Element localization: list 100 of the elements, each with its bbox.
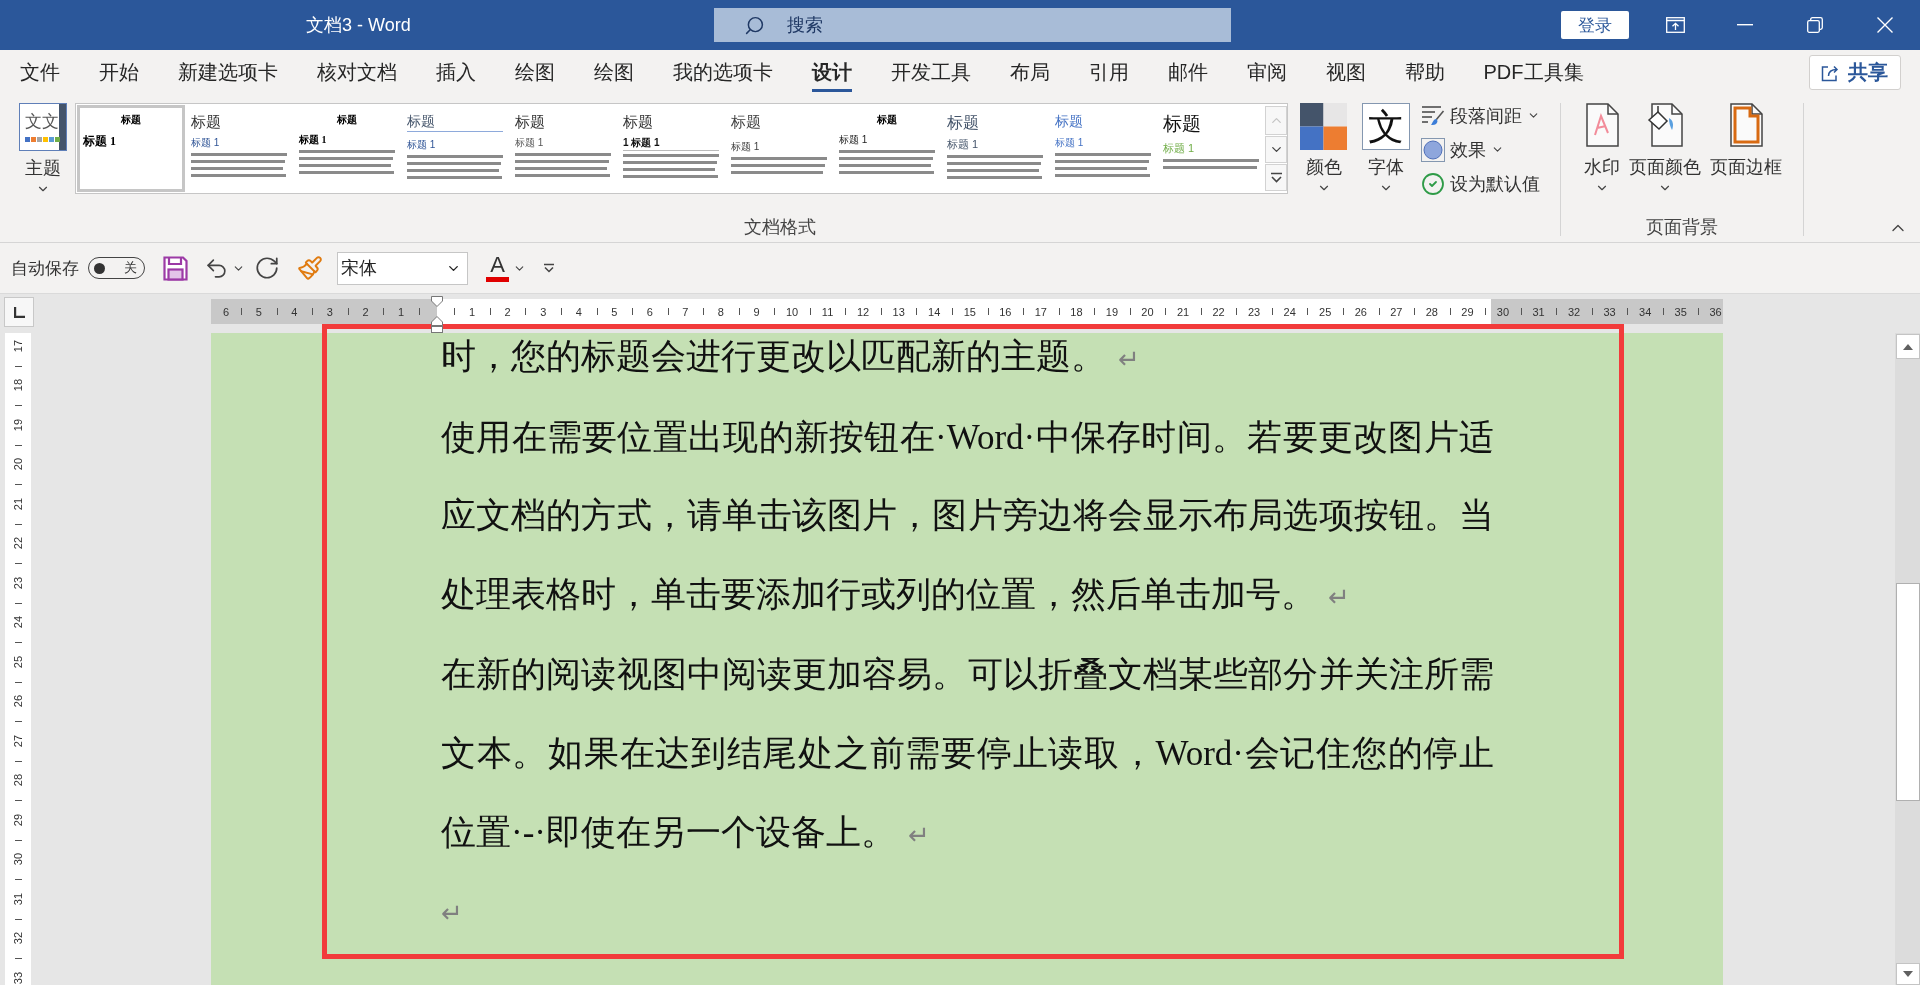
page-border-icon — [1729, 103, 1763, 147]
style-heading-text: 标题 1 — [1163, 141, 1196, 156]
paragraph: 时，您的标题会进行更改以匹配新的主题。 ↵ — [441, 336, 1141, 378]
redo-button[interactable] — [254, 255, 280, 281]
ruler-number: 3 — [326, 305, 333, 318]
ruler-number: 17 — [1034, 305, 1047, 318]
left-indent-handle[interactable] — [431, 316, 443, 333]
ruler-number: 6 — [646, 305, 653, 318]
ribbon-tab[interactable]: 核对文档 — [297, 50, 416, 95]
ruler-number: 5 — [255, 305, 262, 318]
style-heading-text: 标题 1 — [515, 136, 545, 150]
themes-button[interactable]: 文文 主题 — [19, 103, 67, 196]
style-title-text: 标题 — [121, 113, 141, 127]
scroll-down-button[interactable] — [1895, 963, 1920, 985]
ribbon-tab[interactable]: 引用 — [1069, 50, 1148, 95]
ribbon-dropdown-button[interactable]: 效果 — [1421, 137, 1540, 162]
ruler-number: 27 — [1390, 305, 1403, 318]
ruler-number: 30 — [12, 853, 24, 866]
expand-gallery-icon — [1269, 171, 1283, 184]
ruler-number: 28 — [1425, 305, 1438, 318]
ribbon-tab[interactable]: 帮助 — [1385, 50, 1464, 95]
ruler-number: 18 — [1070, 305, 1083, 318]
vertical-scrollbar[interactable] — [1895, 333, 1920, 985]
theme-icon: 文文 — [19, 103, 67, 151]
font-color-button[interactable]: A — [486, 254, 509, 282]
style-heading-text: 标题 1 — [839, 133, 869, 147]
ribbon-tab[interactable]: 视图 — [1306, 50, 1385, 95]
color-scheme-icon — [1300, 103, 1347, 150]
ruler-number: 4 — [291, 305, 298, 318]
vertical-ruler[interactable]: 17 18 19 20 21 22 23 24 25 26 27 28 29 30 31 32 33 — [5, 333, 31, 985]
ruler-number: 14 — [928, 305, 941, 318]
search-field[interactable]: 搜索 — [714, 8, 1231, 42]
ruler-number: 23 — [12, 576, 24, 589]
sign-in-button[interactable]: 登录 — [1561, 11, 1629, 39]
ruler-number: 2 — [362, 305, 369, 318]
scroll-up-button[interactable] — [1895, 334, 1920, 359]
paragraph: 在新的阅读视图中阅读更加容易。可以折叠文档某些部分并关注所需 文本。如果在达到结尾处之前需要停止读取，Word·会记住您的停止 位置·-·即使在另一个设备上。 ↵ — [441, 654, 1494, 854]
ribbon-tab[interactable]: 插入 — [416, 50, 495, 95]
tab-selector-button[interactable] — [4, 297, 34, 327]
ruler-number: 24 — [12, 616, 24, 629]
ribbon-tab[interactable]: 开始 — [79, 50, 158, 95]
customize-toolbar-button[interactable] — [543, 263, 555, 273]
ruler-number: 11 — [821, 305, 834, 318]
ruler-number: 20 — [12, 458, 24, 471]
ruler-number: 18 — [12, 379, 24, 392]
font-name-combobox[interactable]: 宋体 — [337, 251, 468, 285]
ruler-number: 12 — [857, 305, 870, 318]
style-heading-text: 标题 1 — [83, 133, 117, 149]
share-button[interactable]: 共享 — [1809, 55, 1901, 90]
paragraph-spacing-icon — [1421, 103, 1445, 128]
ruler-number: 31 — [1532, 305, 1545, 318]
ribbon-display-icon — [1665, 17, 1685, 33]
ruler-number: 26 — [1354, 305, 1367, 318]
scrollbar-thumb[interactable] — [1895, 583, 1920, 801]
ruler-number: 5 — [611, 305, 618, 318]
autosave-label: 自动保存 — [11, 257, 79, 280]
ruler-number: 36 — [1709, 305, 1722, 318]
ruler-number: 25 — [12, 655, 24, 668]
ruler-number: 25 — [1319, 305, 1332, 318]
ribbon-tab[interactable]: 新建选项卡 — [158, 50, 297, 95]
ribbon-dropdown-button[interactable]: 段落间距 — [1421, 103, 1540, 128]
ruler-number: 7 — [682, 305, 689, 318]
ruler-number: 33 — [12, 971, 24, 984]
page-background-button[interactable]: 页面颜色 — [1629, 103, 1701, 195]
ribbon-tab[interactable]: 邮件 — [1148, 50, 1227, 95]
colors-button[interactable]: 颜色 — [1300, 103, 1347, 195]
first-line-indent-handle[interactable] — [431, 296, 443, 307]
ruler-number: 35 — [1674, 305, 1687, 318]
ribbon-tab[interactable]: 审阅 — [1227, 50, 1306, 95]
style-set-item[interactable]: 标题 标题 1 — [77, 105, 185, 192]
format-painter-button[interactable] — [297, 255, 323, 281]
style-title-text: 标题 — [1055, 112, 1083, 131]
fonts-button[interactable]: 文 字体 — [1362, 103, 1410, 195]
ribbon-tab[interactable]: 绘图 — [495, 50, 574, 95]
style-heading-text: 1 标题 1 — [623, 136, 719, 151]
close-icon — [1877, 17, 1893, 33]
style-title-text: 标题 — [731, 112, 761, 132]
effects-icon — [1421, 137, 1445, 162]
ruler-number: 13 — [892, 305, 905, 318]
ribbon-tab[interactable]: 我的选项卡 — [653, 50, 792, 95]
style-heading-text: 标题 1 — [299, 133, 328, 147]
set-default-button[interactable]: 设为默认值 — [1421, 171, 1540, 196]
ruler-number: 29 — [1461, 305, 1474, 318]
style-heading-text: 标题 1 — [191, 136, 221, 150]
gallery-more-button[interactable] — [1265, 164, 1287, 191]
ribbon-tab[interactable]: 布局 — [990, 50, 1069, 95]
ruler-number: 22 — [12, 537, 24, 550]
redo-icon — [254, 255, 280, 281]
horizontal-ruler[interactable]: 6 5 4 3 2 1 1 2 3 4 5 6 7 8 9 10 11 12 13 14 15 16 17 18 19 20 21 22 23 24 25 26 27 28 29 30 31 32 33 34 35 36 — [211, 299, 1723, 324]
ribbon-tab[interactable]: 绘图 — [574, 50, 653, 95]
page-background-button[interactable]: 水印 — [1584, 103, 1620, 195]
scroll-up-icon — [1902, 343, 1913, 350]
save-button[interactable] — [163, 255, 188, 281]
ribbon-tab[interactable]: 文件 — [0, 50, 79, 95]
style-title-text: 标题 — [337, 113, 357, 127]
ribbon-tab[interactable]: PDF工具集 — [1464, 50, 1603, 95]
ribbon-tab[interactable]: 开发工具 — [871, 50, 990, 95]
ruler-number: 8 — [717, 305, 724, 318]
style-title-text: 标题 — [1163, 112, 1201, 136]
page-background-button[interactable]: 页面边框 — [1710, 103, 1782, 178]
